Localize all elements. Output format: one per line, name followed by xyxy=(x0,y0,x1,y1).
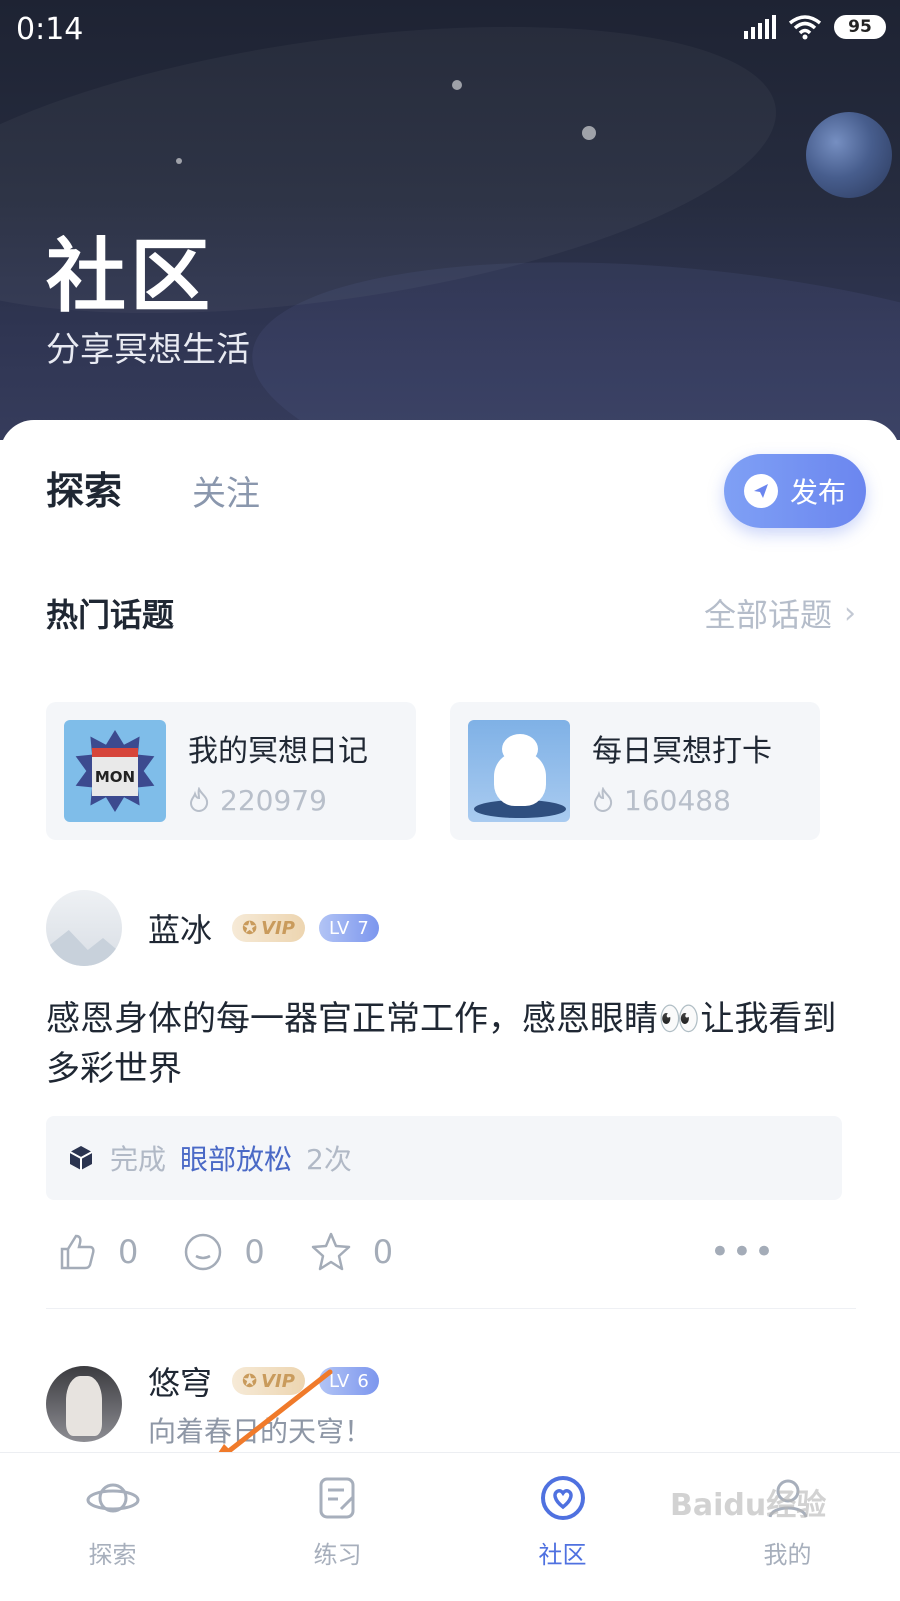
topic-card[interactable]: 每日冥想打卡 160488 xyxy=(450,702,820,840)
level-badge: LV 7 xyxy=(318,914,379,942)
bear-head xyxy=(502,734,538,764)
comment-icon xyxy=(185,1233,222,1271)
battery-indicator: 95 xyxy=(834,15,886,39)
hot-topics-list: MON 我的冥想日记 220979 每日冥想打卡 160488 xyxy=(46,702,820,840)
page-subtitle: 分享冥想生活 xyxy=(46,330,250,370)
avatar[interactable] xyxy=(46,890,122,966)
topic-count: 160488 xyxy=(624,783,731,817)
medal-icon: ✪ xyxy=(242,917,258,939)
vip-badge: ✪ VIP xyxy=(232,1367,305,1395)
nav-label: 探索 xyxy=(88,1541,137,1569)
post-author[interactable]: 蓝冰 xyxy=(148,905,212,951)
post-actions: 0 0 0 ••• xyxy=(46,1230,856,1274)
nav-practice[interactable]: 练习 xyxy=(225,1453,450,1601)
chevron-right-icon: › xyxy=(844,595,856,631)
thumbs-up-icon xyxy=(60,1234,95,1270)
post-card[interactable]: 悠穹 ✪ VIP LV 6 向着春日的天穹！ xyxy=(46,1358,856,1450)
topic-heat: 220979 xyxy=(188,784,368,817)
topic-name: 我的冥想日记 xyxy=(188,733,368,769)
post-header: 蓝冰 ✪ VIP LV 7 xyxy=(46,890,856,966)
status-time: 0:14 xyxy=(16,12,84,47)
level-icon: LV xyxy=(328,1370,350,1392)
level-badge: LV 6 xyxy=(318,1367,379,1395)
calendar-icon: MON xyxy=(92,748,138,796)
practice-record[interactable]: 完成 眼部放松 2次 xyxy=(46,1116,842,1200)
favorite-button[interactable]: 0 xyxy=(309,1230,393,1274)
record-prefix: 完成 xyxy=(110,1143,167,1176)
comment-count: 0 xyxy=(244,1233,265,1271)
flame-icon xyxy=(593,787,613,813)
like-button[interactable]: 0 xyxy=(56,1231,138,1273)
star-icon xyxy=(176,158,182,164)
topic-thumbnail xyxy=(468,720,570,822)
user-badges: ✪ VIP LV 7 xyxy=(232,914,379,942)
topic-info: 每日冥想打卡 160488 xyxy=(592,726,772,817)
more-options-icon[interactable]: ••• xyxy=(710,1232,776,1272)
post-header: 悠穹 ✪ VIP LV 6 向着春日的天穹！ xyxy=(46,1358,856,1450)
hot-topics-header: 热门话题 全部话题 › xyxy=(46,590,856,636)
feed-tabs: 探索 关注 xyxy=(46,460,260,515)
avatar[interactable] xyxy=(46,1366,122,1442)
comment-button[interactable]: 0 xyxy=(182,1231,265,1273)
publish-label: 发布 xyxy=(789,476,846,509)
tab-explore[interactable]: 探索 xyxy=(46,460,123,515)
nav-profile[interactable]: 我的 xyxy=(675,1453,900,1601)
cube-icon xyxy=(69,1146,93,1170)
medal-icon: ✪ xyxy=(242,1370,258,1392)
nav-label: 练习 xyxy=(313,1541,362,1569)
status-icons: 95 xyxy=(744,14,886,40)
topic-name: 每日冥想打卡 xyxy=(592,733,772,769)
topic-info: 我的冥想日记 220979 xyxy=(188,726,368,817)
nav-explore[interactable]: 探索 xyxy=(0,1453,225,1601)
post-card[interactable]: 蓝冰 ✪ VIP LV 7 感恩身体的每一器官正常工作，感恩眼睛👀让我看到多彩世… xyxy=(46,890,856,1309)
all-topics-link[interactable]: 全部话题 › xyxy=(704,590,856,636)
status-bar: 0:14 95 xyxy=(0,0,900,60)
signal-icon xyxy=(744,15,776,39)
publish-button[interactable]: 发布 xyxy=(724,454,866,528)
planet-icon xyxy=(86,1483,139,1513)
record-item-link[interactable]: 眼部放松 xyxy=(180,1138,292,1178)
watermark-logo: Baidu经验 xyxy=(670,1488,827,1523)
favorite-count: 0 xyxy=(372,1233,394,1271)
level-icon: LV xyxy=(328,917,350,939)
nav-community[interactable]: 社区 xyxy=(450,1453,675,1601)
send-icon xyxy=(743,474,778,508)
star-outline-icon xyxy=(311,1232,350,1271)
vip-badge: ✪ VIP xyxy=(232,914,305,942)
practice-icon xyxy=(319,1477,354,1519)
community-icon xyxy=(540,1476,585,1520)
flame-icon xyxy=(189,787,209,813)
planet-decoration xyxy=(806,112,892,198)
post-divider xyxy=(46,1308,856,1309)
all-topics-label: 全部话题 xyxy=(703,596,832,634)
nav-label: 社区 xyxy=(538,1541,587,1569)
bottom-nav: 探索 练习 社区 我的 xyxy=(0,1452,900,1601)
tab-following[interactable]: 关注 xyxy=(192,466,260,515)
like-count: 0 xyxy=(118,1233,139,1271)
post-text: 感恩身体的每一器官正常工作，感恩眼睛👀让我看到多彩世界 xyxy=(46,999,837,1089)
nav-label: 我的 xyxy=(763,1541,812,1569)
page-title: 社区 xyxy=(46,230,214,323)
star-icon xyxy=(582,126,596,140)
topic-count: 220979 xyxy=(220,783,327,817)
topic-thumbnail: MON xyxy=(64,720,166,822)
star-icon xyxy=(452,80,462,90)
record-count: 2次 xyxy=(306,1143,352,1176)
topic-card[interactable]: MON 我的冥想日记 220979 xyxy=(46,702,416,840)
content-sheet: 探索 关注 发布 热门话题 全部话题 › MON 我的冥想日记 220979 每… xyxy=(0,420,900,1600)
wifi-icon xyxy=(788,15,822,40)
header-banner: 0:14 95 社区 分享冥想生活 xyxy=(0,0,900,440)
hot-topics-title: 热门话题 xyxy=(46,596,175,634)
post-author[interactable]: 悠穹 xyxy=(148,1358,212,1404)
user-signature: 向着春日的天穹！ xyxy=(148,1415,373,1448)
user-badges: ✪ VIP LV 6 xyxy=(232,1367,379,1395)
topic-heat: 160488 xyxy=(592,784,772,817)
